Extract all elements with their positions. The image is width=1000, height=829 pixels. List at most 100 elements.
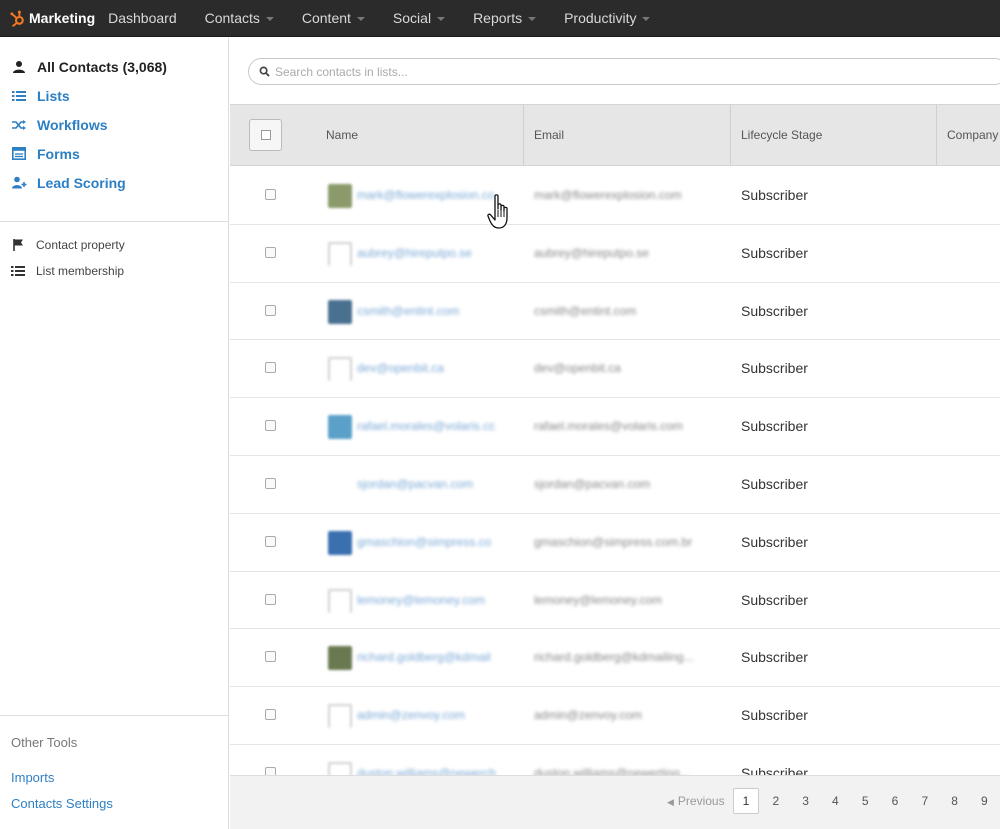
sidebar-item-label: Workflows: [37, 116, 108, 133]
column-header-lifecycle-stage[interactable]: Lifecycle Stage: [730, 105, 936, 165]
search-input[interactable]: [275, 64, 875, 79]
table-row: lemoney@lemoney.com lemoney@lemoney.com Su…: [230, 572, 1000, 630]
contact-name-link[interactable]: rafael.morales@volaris.cc: [357, 419, 517, 433]
contact-name-link[interactable]: dev@openbit.ca: [357, 361, 517, 375]
row-checkbox[interactable]: [265, 535, 276, 547]
page-6-button[interactable]: 6: [882, 788, 908, 814]
contact-name-link[interactable]: admin@zenvoy.com: [357, 708, 517, 722]
row-checkbox[interactable]: [265, 593, 276, 605]
other-tools-heading: Other Tools: [11, 735, 78, 750]
avatar: [328, 415, 352, 440]
filter-list-membership[interactable]: List membership: [0, 258, 229, 284]
avatar: [328, 704, 352, 729]
sidebar-item-forms[interactable]: Forms: [0, 139, 228, 168]
sidebar-item-all[interactable]: All Contacts (3,068): [0, 52, 228, 81]
sidebar-item-label: Lead Scoring: [37, 174, 126, 191]
pagination: ◀ Previous 123456789: [230, 775, 1000, 829]
avatar: [328, 588, 352, 613]
nav-social-menu[interactable]: Social: [379, 0, 459, 37]
lifecycle-stage: Subscriber: [741, 360, 808, 377]
filter-label: List membership: [36, 264, 125, 278]
page-9-button[interactable]: 9: [971, 788, 997, 814]
nav-reports-menu[interactable]: Reports: [459, 0, 550, 37]
nav-content-menu[interactable]: Content: [288, 0, 379, 37]
page-8-button[interactable]: 8: [942, 788, 968, 814]
row-checkbox[interactable]: [265, 304, 276, 316]
previous-page-button[interactable]: ◀ Previous: [667, 794, 725, 808]
lifecycle-stage: Subscriber: [741, 764, 808, 775]
caret-down-icon: [356, 17, 365, 21]
nav-label: Productivity: [564, 10, 637, 26]
page-1-button[interactable]: 1: [733, 788, 759, 814]
row-checkbox[interactable]: [265, 709, 276, 721]
select-all-checkbox[interactable]: [249, 119, 282, 151]
sidebar-item-label: All Contacts (3,068): [37, 58, 167, 75]
table-row: admin@zenvoy.com admin@zenvoy.com Subscrib…: [230, 687, 1000, 745]
contact-name-link[interactable]: csmith@entint.com: [357, 304, 517, 318]
table-row: aubrey@hireputpo.se aubrey@hireputpo.se Su…: [230, 225, 1000, 283]
nav-dashboard-menu[interactable]: Dashboard: [95, 0, 191, 37]
nav-label: Reports: [473, 10, 523, 26]
page-3-button[interactable]: 3: [793, 788, 819, 814]
avatar: [328, 299, 352, 324]
contact-email: admin@zenvoy.com: [534, 708, 642, 723]
nav-label: Dashboard: [108, 10, 177, 26]
avatar: [328, 530, 352, 555]
imports-link[interactable]: Imports: [11, 770, 54, 785]
column-header-name[interactable]: Name: [316, 105, 358, 165]
row-checkbox[interactable]: [265, 189, 276, 200]
column-header-company[interactable]: Company: [936, 105, 1000, 165]
table-row: gmaschion@simpress.co gmaschion@simpress.…: [230, 514, 1000, 572]
contact-name-link[interactable]: aubrey@hireputpo.se: [357, 246, 517, 260]
checkbox-box: [261, 130, 271, 140]
lifecycle-stage: Subscriber: [741, 707, 808, 724]
sidebar-item-lead-scoring[interactable]: Lead Scoring: [0, 168, 228, 197]
page-4-button[interactable]: 4: [822, 788, 848, 814]
top-navigation: Marketing Dashboard Contacts Content Social…: [0, 0, 1000, 37]
table-row: rafael.morales@volaris.cc rafael.morales@…: [230, 398, 1000, 456]
contact-name-link[interactable]: richard.goldberg@kdmail: [357, 650, 517, 664]
row-checkbox[interactable]: [265, 246, 276, 258]
nav-productivity-menu[interactable]: Productivity: [550, 0, 664, 37]
main-content: Name Email Lifecycle Stage Company mark@…: [230, 38, 1000, 829]
avatar: [328, 646, 352, 671]
lifecycle-stage: Subscriber: [741, 187, 808, 203]
row-checkbox[interactable]: [265, 766, 276, 775]
contact-name-link[interactable]: lemoney@lemoney.com: [357, 593, 517, 607]
nav-contacts-menu[interactable]: Contacts: [191, 0, 288, 37]
caret-down-icon: [265, 17, 274, 21]
page-7-button[interactable]: 7: [912, 788, 938, 814]
table-row: dev@openbit.ca dev@openbit.ca Subscriber: [230, 340, 1000, 399]
contact-email: richard.goldberg@kdmailing...: [534, 650, 694, 665]
brand[interactable]: Marketing: [0, 0, 95, 37]
page-2-button[interactable]: 2: [763, 788, 789, 814]
contact-email: lemoney@lemoney.com: [534, 592, 663, 607]
search-box[interactable]: [248, 58, 1000, 85]
page-5-button[interactable]: 5: [852, 788, 878, 814]
row-checkbox[interactable]: [265, 362, 276, 374]
filter-contact-property[interactable]: Contact property: [0, 232, 229, 258]
row-checkbox[interactable]: [265, 477, 276, 489]
contact-name-link[interactable]: duston.williams@newerch: [357, 766, 517, 775]
table-row: csmith@entint.com csmith@entint.com Subscr…: [230, 283, 1000, 341]
sidebar-item-workflows[interactable]: Workflows: [0, 110, 228, 139]
contacts-settings-link[interactable]: Contacts Settings: [11, 796, 113, 811]
row-checkbox[interactable]: [265, 420, 276, 432]
column-header-email[interactable]: Email: [523, 105, 730, 165]
caret-down-icon: [528, 17, 537, 21]
avatar: [328, 184, 352, 208]
sidebar-item-label: Lists: [37, 87, 70, 104]
nav-label: Content: [301, 10, 351, 26]
avatar: [328, 472, 352, 497]
table-row: mark@flowerexplosion.co mark@flowerexplos…: [230, 167, 1000, 225]
contact-name-link[interactable]: sjordan@pacvan.com: [357, 477, 517, 491]
lifecycle-stage: Subscriber: [741, 649, 808, 666]
contact-email: aubrey@hireputpo.se: [534, 245, 649, 260]
contact-email: mark@flowerexplosion.com: [534, 188, 682, 202]
table-header: Name Email Lifecycle Stage Company: [230, 104, 1000, 166]
contact-name-link[interactable]: gmaschion@simpress.co: [357, 535, 517, 549]
table-row: richard.goldberg@kdmail richard.goldberg@…: [230, 629, 1000, 688]
chevron-left-icon: ◀: [667, 797, 674, 807]
row-checkbox[interactable]: [265, 651, 276, 663]
sidebar-item-lists[interactable]: Lists: [0, 81, 228, 110]
